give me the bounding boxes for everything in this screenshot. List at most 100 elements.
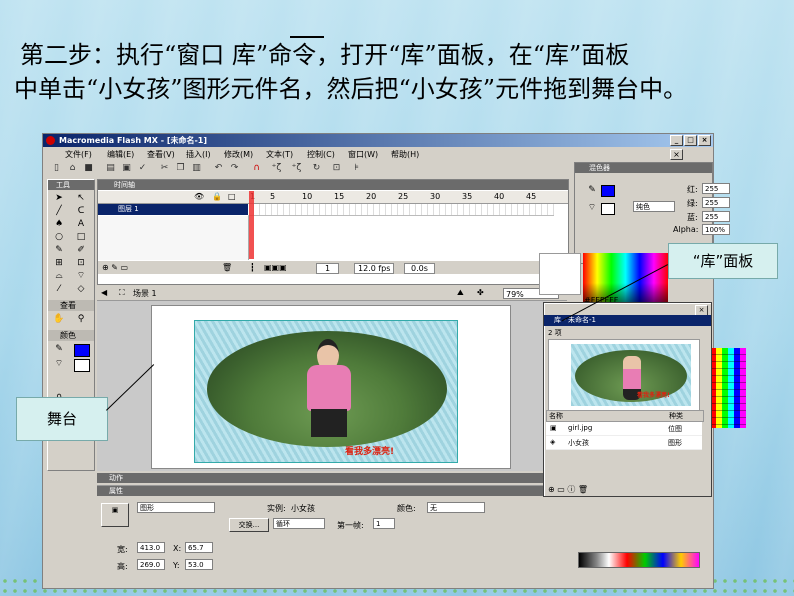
- brush-tool-icon[interactable]: ✐: [74, 245, 88, 256]
- height-input[interactable]: 269.0: [137, 559, 165, 570]
- text-tool-icon[interactable]: A: [74, 219, 88, 230]
- pen-tool-icon[interactable]: ♠: [52, 219, 66, 230]
- paste-icon[interactable]: ▥: [191, 163, 202, 174]
- cut-icon[interactable]: ✂: [159, 163, 170, 174]
- hand-tool-icon[interactable]: ✋: [52, 314, 66, 325]
- outline-icon[interactable]: □: [228, 192, 236, 201]
- properties-header[interactable]: 属性: [97, 486, 567, 496]
- fill-color-swatch[interactable]: [74, 359, 90, 372]
- line-tool-icon[interactable]: ╱: [52, 206, 66, 217]
- layer-frames[interactable]: [248, 204, 554, 216]
- paint-bucket-tool-icon[interactable]: ⌔: [74, 271, 88, 282]
- print-preview-icon[interactable]: ▣: [121, 163, 132, 174]
- playhead[interactable]: [249, 191, 254, 259]
- back-arrow-icon[interactable]: ◀: [101, 288, 107, 297]
- menu-text[interactable]: 文本(T): [266, 149, 293, 160]
- lock-icon[interactable]: 🔒: [212, 192, 222, 201]
- menu-modify[interactable]: 修改(M): [224, 149, 253, 160]
- layer-row[interactable]: 图层 1: [98, 204, 248, 215]
- menu-view[interactable]: 查看(V): [147, 149, 175, 160]
- delete-layer-icon[interactable]: 🗑: [222, 263, 232, 272]
- arrow-tool-icon[interactable]: ➤: [52, 193, 66, 204]
- color-effect-select[interactable]: 无: [427, 502, 485, 513]
- green-input[interactable]: 255: [702, 197, 730, 208]
- blue-input[interactable]: 255: [702, 211, 730, 222]
- maximize-icon[interactable]: □: [684, 135, 697, 146]
- straighten-icon[interactable]: ⁺ζ: [291, 163, 302, 174]
- lasso-tool-icon[interactable]: ᑕ: [74, 206, 88, 217]
- menu-edit[interactable]: 编辑(E): [107, 149, 134, 160]
- onion-skin-icon[interactable]: ▣▣▣: [264, 263, 287, 272]
- girl-photo-instance[interactable]: 看我多漂亮!: [194, 320, 458, 463]
- eyedropper-tool-icon[interactable]: ⁄: [52, 284, 66, 295]
- loop-select[interactable]: 循环: [273, 518, 325, 529]
- properties-icon[interactable]: ⓘ: [567, 485, 575, 494]
- mixer-header[interactable]: 混色器: [575, 163, 712, 173]
- print-icon[interactable]: ▤: [105, 163, 116, 174]
- ink-bottle-tool-icon[interactable]: ⌓: [52, 271, 66, 282]
- menu-window[interactable]: 窗口(W): [348, 149, 378, 160]
- library-item-girl-jpg[interactable]: ▣ girl.jpg 位图: [546, 422, 702, 436]
- menu-control[interactable]: 控制(C): [307, 149, 335, 160]
- actions-panel-header[interactable]: 动作: [97, 473, 567, 483]
- align-icon[interactable]: ⊧: [351, 163, 362, 174]
- open-folder-icon[interactable]: ⌂: [67, 163, 78, 174]
- close-icon[interactable]: ×: [698, 135, 711, 146]
- red-label: 红:: [687, 185, 698, 194]
- rotate-icon[interactable]: ↻: [311, 163, 322, 174]
- snap-magnet-icon[interactable]: ∩: [251, 163, 262, 174]
- undo-icon[interactable]: ↶: [213, 163, 224, 174]
- red-input[interactable]: 255: [702, 183, 730, 194]
- free-transform-tool-icon[interactable]: ⊞: [52, 258, 66, 269]
- girl-body: [307, 365, 351, 411]
- menu-file[interactable]: 文件(F): [65, 149, 92, 160]
- minimize-icon[interactable]: _: [670, 135, 683, 146]
- menu-insert[interactable]: 插入(I): [186, 149, 211, 160]
- save-icon[interactable]: ■: [83, 163, 94, 174]
- edit-symbol-icon[interactable]: ✤: [477, 288, 484, 297]
- fill-type-select[interactable]: 纯色: [633, 201, 675, 212]
- oval-tool-icon[interactable]: ○: [52, 232, 66, 243]
- alpha-input[interactable]: 100%: [702, 224, 730, 235]
- smooth-icon[interactable]: ⁺ζ: [271, 163, 282, 174]
- gradient-swatches[interactable]: [578, 552, 700, 568]
- swap-button[interactable]: 交换...: [229, 518, 269, 532]
- mixer-stroke-swatch[interactable]: [601, 185, 615, 197]
- subselect-tool-icon[interactable]: ↖: [74, 193, 88, 204]
- stroke-color-icon[interactable]: ✎: [52, 344, 66, 355]
- symbol-type-select[interactable]: 图形: [137, 502, 215, 513]
- zoom-tool-icon[interactable]: ⚲: [74, 314, 88, 325]
- fill-color-icon[interactable]: ⌔: [52, 359, 66, 370]
- eraser-tool-icon[interactable]: ◇: [74, 284, 88, 295]
- redo-icon[interactable]: ↷: [229, 163, 240, 174]
- fill-transform-tool-icon[interactable]: ⊡: [74, 258, 88, 269]
- copy-icon[interactable]: ❐: [175, 163, 186, 174]
- eye-icon[interactable]: 👁: [194, 192, 204, 201]
- stage[interactable]: 看我多漂亮!: [151, 305, 511, 469]
- menu-help[interactable]: 帮助(H): [391, 149, 419, 160]
- add-layer-icon[interactable]: ⊕ ✎ ▭: [102, 263, 128, 272]
- column-name[interactable]: 名称: [549, 411, 563, 421]
- center-frame-icon[interactable]: ┇: [250, 263, 255, 272]
- mixer-fill-swatch[interactable]: [601, 203, 615, 215]
- column-kind[interactable]: 种类: [669, 411, 683, 421]
- new-symbol-icon[interactable]: ⊕: [548, 485, 555, 494]
- library-item-xiaonvhai[interactable]: ◈ 小女孩 图形: [546, 436, 702, 450]
- edit-scene-icon[interactable]: ⛰: [457, 288, 464, 298]
- spell-check-icon[interactable]: ✓: [137, 163, 148, 174]
- new-folder-icon[interactable]: ▭: [557, 485, 565, 494]
- width-input[interactable]: 413.0: [137, 542, 165, 553]
- first-frame-input[interactable]: 1: [373, 518, 395, 529]
- scale-icon[interactable]: ⊡: [331, 163, 342, 174]
- delete-item-icon[interactable]: 🗑: [578, 485, 588, 494]
- new-file-icon[interactable]: ▯: [51, 163, 62, 174]
- x-input[interactable]: 65.7: [185, 542, 213, 553]
- preview-image: 看我多漂亮!: [571, 344, 691, 406]
- stroke-color-swatch[interactable]: [74, 344, 90, 357]
- rectangle-tool-icon[interactable]: □: [74, 232, 88, 243]
- y-input[interactable]: 53.0: [185, 559, 213, 570]
- ruler-frame-35: 35: [462, 192, 473, 201]
- pencil-tool-icon[interactable]: ✎: [52, 245, 66, 256]
- doc-close-icon[interactable]: ×: [670, 149, 683, 160]
- library-callout: “库”面板: [668, 243, 778, 279]
